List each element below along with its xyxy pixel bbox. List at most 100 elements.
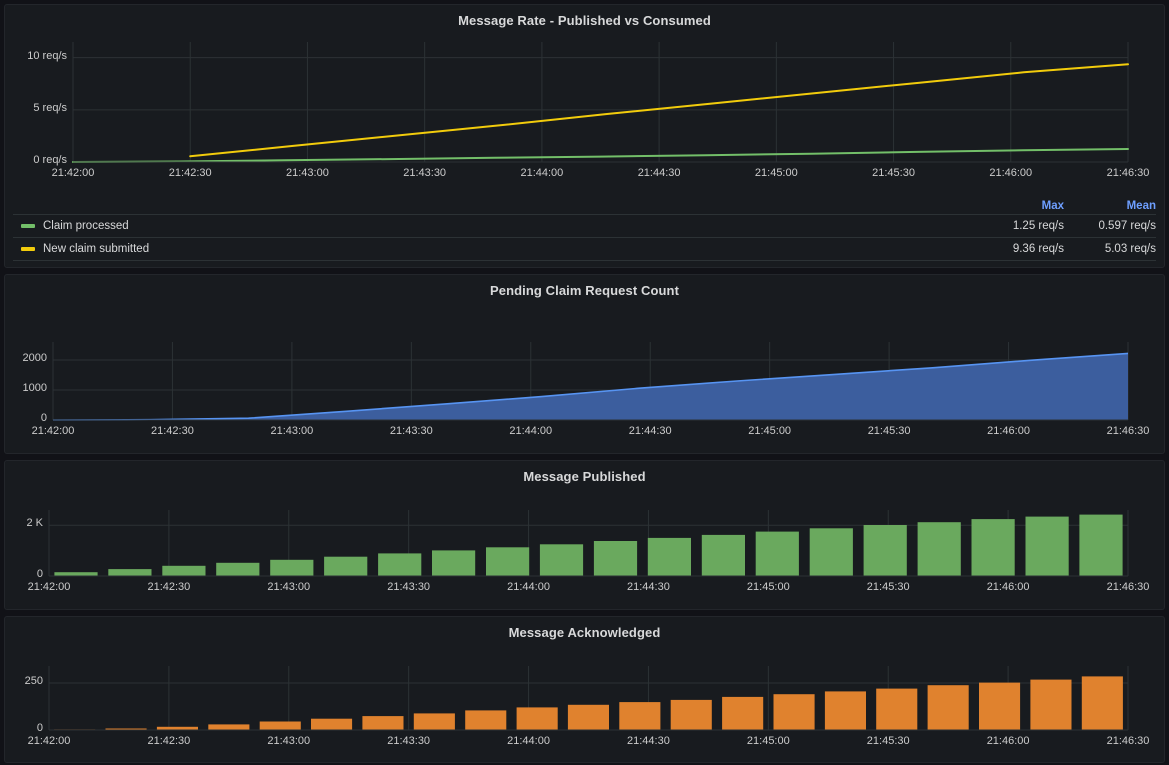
legend-value-mean: 5.03 req/s <box>1104 243 1156 255</box>
legend-row[interactable]: Claim processed 1.25 req/s 0.597 req/s <box>13 214 1156 237</box>
x-axis-tick-label: 21:44:30 <box>627 735 670 747</box>
bar[interactable] <box>413 713 455 730</box>
panel-message-acknowledged[interactable]: Message Acknowledged 0 250 21:42:00 21:42:3… <box>4 616 1165 763</box>
bar[interactable] <box>1025 516 1069 576</box>
x-axis-tick-label: 21:46:00 <box>987 425 1030 437</box>
x-axis-tick-label: 21:43:30 <box>403 167 447 179</box>
legend-series-label: New claim submitted <box>43 243 150 255</box>
bar[interactable] <box>773 694 815 730</box>
x-axis-tick-label: 21:45:30 <box>867 425 911 437</box>
x-axis-tick-label: 21:43:30 <box>389 425 433 437</box>
panel-message-rate[interactable]: Message Rate - Published vs Consumed 0 r… <box>4 4 1165 268</box>
bar[interactable] <box>465 710 507 730</box>
panel-pending-claim-request-count[interactable]: Pending Claim Request Count 0 1000 2000 21:… <box>4 274 1165 454</box>
x-axis-tick-label: 21:44:00 <box>507 581 550 593</box>
legend-col-mean[interactable]: Mean <box>1064 200 1156 212</box>
bar[interactable] <box>809 528 853 576</box>
bar[interactable] <box>432 550 476 576</box>
grafana-dashboard: Message Rate - Published vs Consumed 0 r… <box>0 0 1169 765</box>
x-axis-tick-label: 21:45:00 <box>746 735 790 747</box>
bar[interactable] <box>362 716 404 730</box>
pending-claim-request-plot[interactable]: 0 1000 2000 21:42:00 21:42:30 21:43:00 21:43:3… <box>5 298 1164 446</box>
message-rate-legend: Max Mean Claim processed 1.25 req/s 0.59… <box>5 200 1164 261</box>
x-axis-tick-label: 21:46:30 <box>1106 581 1150 593</box>
x-axis-tick-label: 21:45:00 <box>748 425 792 437</box>
bar[interactable] <box>755 531 799 576</box>
bar[interactable] <box>108 569 152 576</box>
y-axis-tick-label: 0 req/s <box>33 154 67 166</box>
bar[interactable] <box>539 544 584 576</box>
legend-value-mean: 0.597 req/s <box>1098 220 1156 232</box>
chart-surface[interactable] <box>5 28 1164 188</box>
bar[interactable] <box>486 547 530 576</box>
bar[interactable] <box>324 556 368 576</box>
bar[interactable] <box>259 721 301 731</box>
x-axis-tick-label: 21:42:00 <box>31 425 75 437</box>
bar[interactable] <box>647 537 691 576</box>
y-axis-tick-label: 0 <box>40 412 47 424</box>
y-axis-tick-label: 0 <box>36 722 43 734</box>
bar[interactable] <box>1030 679 1072 730</box>
bar[interactable] <box>701 534 745 576</box>
x-axis-tick-label: 21:42:30 <box>147 581 191 593</box>
x-axis-tick-label: 21:44:30 <box>627 581 670 593</box>
bar[interactable] <box>311 718 353 730</box>
bar[interactable] <box>722 696 764 730</box>
x-axis-tick-label: 21:42:30 <box>151 425 194 437</box>
legend-series-claim-processed[interactable]: Claim processed <box>13 220 972 232</box>
x-axis-tick-label: 21:46:30 <box>1106 425 1150 437</box>
x-axis-tick-label: 21:46:00 <box>986 735 1030 747</box>
x-axis-tick-label: 21:42:00 <box>27 581 71 593</box>
chart-surface[interactable] <box>5 298 1164 446</box>
legend-series-new-claim-submitted[interactable]: New claim submitted <box>13 243 972 255</box>
bar[interactable] <box>876 688 918 730</box>
legend-value-max: 1.25 req/s <box>1012 220 1064 232</box>
legend-row[interactable]: New claim submitted 9.36 req/s 5.03 req/… <box>13 237 1156 260</box>
bar[interactable] <box>1081 676 1123 730</box>
x-axis-tick-label: 21:44:30 <box>637 167 681 179</box>
legend-series-label: Claim processed <box>43 220 129 232</box>
x-axis-tick-label: 21:44:00 <box>520 167 564 179</box>
bar[interactable] <box>216 562 260 576</box>
x-axis-tick-label: 21:43:30 <box>387 581 431 593</box>
message-rate-plot[interactable]: 0 req/s 5 req/s 10 req/s 21:42:00 21:42:30 21… <box>5 28 1164 188</box>
bar[interactable] <box>208 724 250 730</box>
y-axis-tick-label: 5 req/s <box>33 101 67 114</box>
panel-title: Pending Claim Request Count <box>489 283 680 298</box>
bar[interactable] <box>1079 514 1123 576</box>
y-axis-tick-label: 2 K <box>26 517 43 530</box>
x-axis-tick-label: 21:45:00 <box>746 581 790 593</box>
bar[interactable] <box>670 699 712 730</box>
x-axis-tick-label: 21:45:30 <box>872 167 915 179</box>
x-axis-tick-label: 21:42:30 <box>147 735 191 747</box>
panel-title: Message Published <box>523 469 646 484</box>
bar[interactable] <box>619 702 661 730</box>
bar[interactable] <box>270 559 314 576</box>
x-axis-tick-label: 21:45:30 <box>866 735 910 747</box>
y-axis-tick-label: 1000 <box>22 382 47 394</box>
x-axis-tick-label: 21:44:00 <box>507 735 550 747</box>
legend-value-max: 9.36 req/s <box>1012 243 1064 255</box>
x-axis-tick-label: 21:43:00 <box>286 167 329 179</box>
bar[interactable] <box>971 519 1015 576</box>
y-axis-tick-label: 2000 <box>22 352 47 364</box>
bar[interactable] <box>927 685 969 730</box>
bar[interactable] <box>593 541 638 576</box>
message-acknowledged-plot[interactable]: 0 250 21:42:00 21:42:30 21:43:00 21:43:30 21:4… <box>5 640 1164 756</box>
bar[interactable] <box>824 691 866 730</box>
bar[interactable] <box>516 707 558 730</box>
bar[interactable] <box>863 525 907 576</box>
bar[interactable] <box>917 522 961 576</box>
x-axis-tick-label: 21:44:30 <box>628 425 672 437</box>
legend-color-swatch <box>21 224 35 228</box>
y-axis-tick-label: 10 req/s <box>27 49 67 62</box>
bar[interactable] <box>162 565 206 576</box>
legend-header: Max Mean <box>13 200 1156 214</box>
legend-col-max[interactable]: Max <box>972 200 1064 212</box>
bar[interactable] <box>54 572 98 576</box>
message-published-plot[interactable]: 0 2 K 21:42:00 21:42:30 21:43:00 21:43:30 21:4… <box>5 484 1164 602</box>
bar[interactable] <box>979 682 1021 730</box>
bar[interactable] <box>378 553 422 576</box>
panel-message-published[interactable]: Message Published 0 2 K 21:42:00 21:42:30 21… <box>4 460 1165 610</box>
bar[interactable] <box>567 704 609 730</box>
